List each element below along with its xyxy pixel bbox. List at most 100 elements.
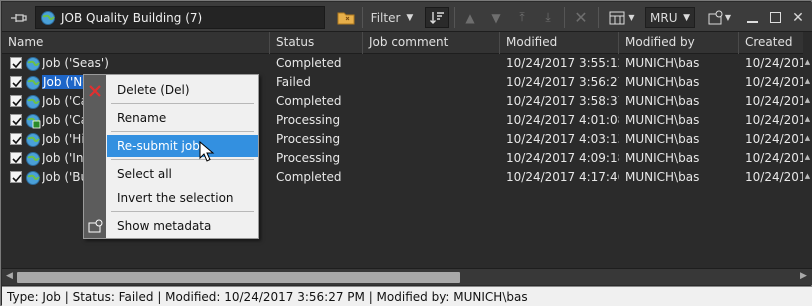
row-modified-by: MUNICH\bas — [625, 94, 700, 108]
row-modified-by: MUNICH\bas — [625, 75, 700, 89]
chevron-down-icon: ▼ — [683, 12, 690, 23]
toolbar: JOB Quality Building (7) Filter ▼ ▲ ▼ ⤒ … — [2, 2, 812, 32]
settings-icon — [708, 10, 723, 24]
row-created: 10/24/2017 — [745, 132, 803, 146]
row-checkbox[interactable] — [10, 171, 22, 183]
job-processing-icon — [26, 114, 41, 129]
filter-label: Filter — [370, 10, 401, 25]
row-status: Processing — [276, 151, 341, 165]
metadata-icon — [88, 219, 103, 233]
mouse-cursor-icon — [199, 141, 215, 162]
row-modified: 10/24/2017 4:03:13... — [506, 132, 619, 146]
column-job-comment[interactable]: Job comment — [363, 32, 500, 54]
sort-button[interactable] — [425, 7, 449, 28]
vertical-scrollbar[interactable]: ▲ ▲ ▲ ▲ ▲ ▲ ▲ — [803, 32, 812, 268]
pin-icon[interactable] — [8, 7, 30, 28]
job-globe-icon — [26, 76, 40, 90]
row-modified: 10/24/2017 3:56:27... — [506, 75, 619, 89]
column-created[interactable]: Created — [739, 32, 803, 54]
row-created: 10/24/2017 — [745, 75, 803, 89]
row-created: 10/24/2017 — [745, 94, 803, 108]
chevron-down-icon: ▼ — [406, 12, 414, 23]
filter-dropdown[interactable]: Filter ▼ — [366, 7, 418, 28]
job-globe-icon — [26, 152, 40, 166]
column-header: Name Status Job comment Modified Modifie… — [2, 32, 803, 54]
job-globe-icon — [26, 57, 40, 71]
column-name[interactable]: Name — [2, 32, 270, 54]
row-modified: 10/24/2017 3:58:37... — [506, 94, 619, 108]
row-created: 10/24/2017 — [745, 151, 803, 165]
row-modified: 10/24/2017 4:09:18... — [506, 151, 619, 165]
minimize-button[interactable] — [743, 7, 761, 28]
table-row[interactable]: Job ('Seas') Completed 10/24/2017 3:55:1… — [2, 54, 803, 73]
column-status[interactable]: Status — [270, 32, 363, 54]
job-globe-icon — [26, 95, 40, 109]
context-menu: Delete (Del) Rename Re-submit job Select… — [83, 74, 259, 239]
status-bar: Type: Job | Status: Failed | Modified: 1… — [2, 286, 812, 306]
row-checkbox[interactable] — [10, 114, 22, 126]
row-checkbox[interactable] — [10, 133, 22, 145]
menu-icon-gutter — [84, 75, 106, 238]
menu-item-rename[interactable]: Rename — [107, 107, 258, 129]
row-comment — [369, 73, 500, 92]
scroll-right-icon[interactable]: ▶ — [800, 271, 807, 281]
row-status: Completed — [276, 170, 342, 184]
delete-icon[interactable]: ✕ — [570, 7, 592, 28]
close-icon: ✕ — [792, 9, 804, 26]
row-comment — [369, 130, 500, 149]
row-checkbox[interactable] — [10, 57, 22, 69]
row-modified-by: MUNICH\bas — [625, 113, 700, 127]
columns-button[interactable]: ▼ — [606, 7, 638, 28]
table-columns-icon — [609, 11, 625, 24]
folder-icon[interactable] — [335, 7, 357, 28]
scroll-thumb[interactable] — [17, 272, 460, 283]
row-created: 10/24/2017 — [745, 56, 803, 70]
scroll-left-icon[interactable]: ◀ — [6, 271, 13, 281]
menu-item-resubmit-job[interactable]: Re-submit job — [107, 135, 258, 157]
mru-dropdown[interactable]: MRU ▼ — [645, 7, 695, 28]
row-status: Completed — [276, 94, 342, 108]
menu-item-select-all[interactable]: Select all — [107, 163, 258, 185]
move-down-icon[interactable]: ▼ — [486, 7, 506, 28]
row-checkbox[interactable] — [10, 76, 22, 88]
row-status: Processing — [276, 113, 341, 127]
row-status: Failed — [276, 75, 311, 89]
row-comment — [369, 111, 500, 130]
row-checkbox[interactable] — [10, 152, 22, 164]
chevron-down-icon: ▼ — [724, 13, 732, 22]
job-globe-icon — [26, 171, 40, 185]
row-status: Processing — [276, 132, 341, 146]
column-modified-by[interactable]: Modified by — [619, 32, 739, 54]
close-button[interactable]: ✕ — [789, 7, 807, 28]
menu-item-invert-selection[interactable]: Invert the selection — [107, 187, 258, 209]
row-modified: 10/24/2017 4:01:08... — [506, 113, 619, 127]
row-comment — [369, 149, 500, 168]
maximize-button[interactable] — [766, 7, 784, 28]
move-top-icon[interactable]: ⤒ — [512, 7, 532, 28]
row-comment — [369, 168, 500, 187]
row-checkbox[interactable] — [10, 95, 22, 107]
move-up-icon[interactable]: ▲ — [460, 7, 480, 28]
menu-item-show-metadata[interactable]: Show metadata — [107, 215, 258, 237]
list-title: JOB Quality Building (7) — [61, 10, 203, 25]
settings-menu-button[interactable]: ▼ — [702, 7, 736, 28]
chevron-down-icon: ▼ — [628, 13, 635, 22]
job-globe-icon — [41, 10, 55, 25]
horizontal-scrollbar[interactable]: ◀ ▶ — [2, 268, 812, 285]
maximize-icon — [769, 12, 781, 23]
row-modified-by: MUNICH\bas — [625, 170, 700, 184]
row-comment — [369, 92, 500, 111]
move-bottom-icon[interactable]: ⤓ — [538, 7, 558, 28]
row-modified-by: MUNICH\bas — [625, 132, 700, 146]
sort-icon — [430, 11, 444, 24]
row-modified-by: MUNICH\bas — [625, 151, 700, 165]
row-modified: 10/24/2017 3:55:12... — [506, 56, 619, 70]
delete-red-x-icon — [89, 85, 101, 97]
row-comment — [369, 54, 500, 73]
column-modified[interactable]: Modified — [500, 32, 619, 54]
menu-item-delete[interactable]: Delete (Del) — [107, 79, 258, 101]
mru-label: MRU — [650, 10, 678, 25]
row-status: Completed — [276, 56, 342, 70]
job-globe-icon — [26, 133, 40, 147]
row-name: Job ('Seas') — [42, 56, 109, 70]
